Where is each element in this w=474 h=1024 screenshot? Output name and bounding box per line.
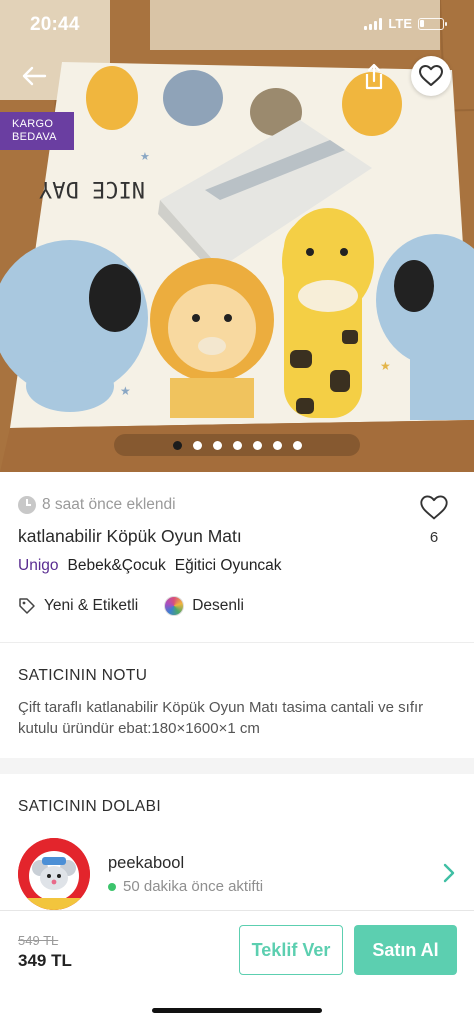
old-price: 549 TL	[18, 933, 59, 948]
make-offer-button[interactable]: Teklif Ver	[239, 925, 343, 975]
section-gap	[0, 758, 474, 774]
category-link[interactable]: Bebek&Çocuk	[68, 557, 166, 575]
seller-status-label: 50 dakika önce aktifti	[123, 878, 264, 895]
current-price: 349 TL	[18, 951, 72, 970]
carousel-dot[interactable]	[292, 440, 302, 450]
svg-text:NICE DAY: NICE DAY	[39, 176, 145, 201]
seller-note-heading: SATICININ NOTU	[18, 667, 148, 684]
carousel-dot[interactable]	[172, 440, 182, 450]
badge-line-1: KARGO	[12, 118, 54, 130]
purchase-bar: 549 TL 349 TL Teklif Ver Satın Al	[0, 910, 474, 1024]
status-indicators: LTE	[364, 16, 447, 31]
buy-button[interactable]: Satın Al	[354, 925, 457, 975]
online-status-icon	[108, 882, 116, 891]
avatar[interactable]	[18, 838, 90, 910]
signal-icon	[364, 17, 383, 30]
heart-icon	[419, 65, 443, 86]
svg-text:★: ★	[140, 151, 150, 163]
brand-category-row: Unigo Bebek&Çocuk Eğitici Oyuncak	[18, 557, 282, 575]
seller-status: 50 dakika önce aktifti	[108, 878, 263, 895]
chevron-right-icon[interactable]	[442, 862, 456, 890]
carousel-dot[interactable]	[272, 440, 282, 450]
svg-text:★: ★	[380, 359, 391, 373]
product-image-carousel[interactable]: NICE DAY ★ ★ ★ 20:44 LTE KARGO BEDAVA	[0, 0, 474, 472]
subcategory-link[interactable]: Eğitici Oyuncak	[175, 557, 282, 575]
product-photo: NICE DAY ★ ★ ★	[0, 0, 474, 472]
battery-icon	[418, 17, 447, 30]
heart-outline-icon	[420, 495, 448, 520]
back-arrow-icon[interactable]	[14, 58, 54, 94]
home-indicator	[152, 1008, 322, 1013]
carousel-dot[interactable]	[192, 440, 202, 450]
seller-row[interactable]: peekabool 50 dakika önce aktifti	[0, 834, 474, 912]
svg-text:★: ★	[120, 384, 131, 398]
share-button[interactable]	[357, 60, 391, 94]
carousel-dots[interactable]	[114, 434, 360, 456]
carousel-dot[interactable]	[232, 440, 242, 450]
attribute-row: Yeni & Etiketli Desenli	[18, 596, 270, 616]
product-title: katlanabilir Köpük Oyun Matı	[18, 526, 242, 546]
pattern-swatch-icon	[164, 596, 185, 616]
carousel-dot[interactable]	[212, 440, 222, 450]
condition-attribute: Yeni & Etiketli	[18, 597, 138, 615]
condition-label: Yeni & Etiketli	[44, 597, 139, 614]
badge-line-2: BEDAVA	[12, 131, 57, 143]
added-time: 8 saat önce eklendi	[18, 496, 176, 514]
like-button[interactable]: 6	[414, 494, 454, 546]
share-icon	[365, 63, 383, 90]
status-time: 20:44	[30, 14, 80, 35]
favorite-button[interactable]	[411, 56, 451, 96]
clock-icon	[18, 496, 36, 514]
tag-icon	[19, 598, 35, 614]
brand-link[interactable]: Unigo	[18, 557, 59, 575]
like-count: 6	[429, 529, 439, 546]
status-bar: 20:44 LTE	[0, 0, 474, 50]
carousel-dot[interactable]	[252, 440, 262, 450]
free-shipping-badge: KARGO BEDAVA	[0, 112, 74, 150]
seller-note-text: Çift taraflı katlanabilir Köpük Oyun Mat…	[18, 699, 424, 737]
divider	[0, 642, 474, 643]
pattern-attribute: Desenli	[164, 596, 244, 616]
added-time-label: 8 saat önce eklendi	[42, 496, 176, 513]
pattern-label: Desenli	[192, 597, 244, 614]
seller-name[interactable]: peekabool	[108, 854, 184, 873]
seller-closet-heading: SATICININ DOLABI	[18, 798, 162, 815]
carrier-label: LTE	[388, 16, 412, 31]
